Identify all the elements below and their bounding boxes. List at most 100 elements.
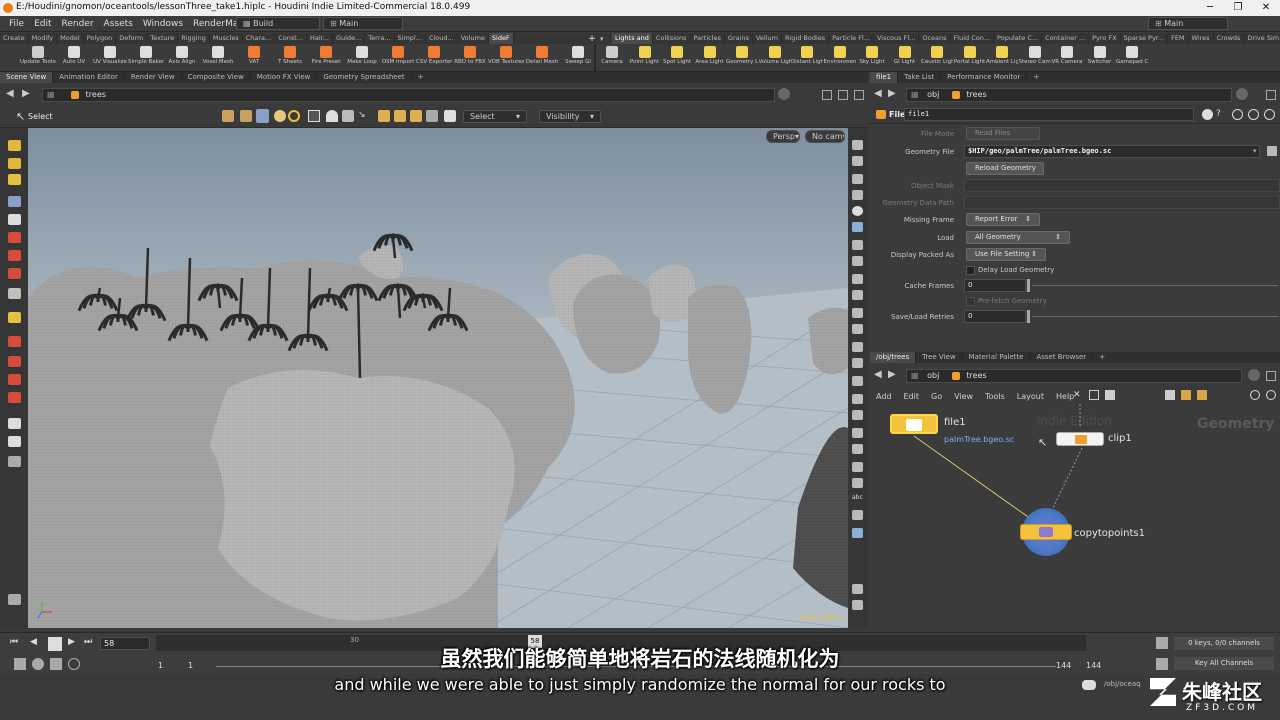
points-display-icon[interactable] <box>852 308 863 318</box>
bounding-box-icon[interactable] <box>852 462 863 472</box>
prim-normals-icon[interactable] <box>852 358 863 368</box>
secure-select-icon[interactable] <box>444 110 456 122</box>
shelf-tab[interactable]: Volume <box>458 33 489 44</box>
shelf-tool[interactable]: Portal Light <box>954 45 986 65</box>
prim-numbers-icon[interactable] <box>852 394 863 404</box>
display-packed-dropdown[interactable]: Use File Setting ⇕ <box>966 248 1046 261</box>
file-browse-icon[interactable] <box>1267 146 1277 156</box>
network-menu-tools[interactable]: Tools <box>979 392 1011 401</box>
save-load-slider-handle[interactable] <box>1027 310 1030 323</box>
shelf-tool[interactable]: Geometry Light <box>726 45 758 65</box>
shelf-menu-icon[interactable]: ▾ <box>600 35 612 43</box>
brush-tool-icon[interactable] <box>8 174 21 185</box>
camera-tool-icon[interactable] <box>8 436 21 447</box>
display-options-icon[interactable] <box>852 140 863 150</box>
shelf-tab[interactable]: Muscles <box>210 33 243 44</box>
cache-frames-slider[interactable] <box>1032 285 1278 286</box>
home-icon[interactable] <box>852 190 863 200</box>
back-arrow-icon[interactable]: ◀ <box>6 88 14 99</box>
pane-tab[interactable]: Performance Monitor <box>941 72 1028 83</box>
shelf-tool[interactable]: OSM Import <box>380 45 416 65</box>
shelf-tab[interactable]: Sparse Pyr... <box>1121 33 1169 44</box>
shelf-tool[interactable]: T Sheets <box>272 45 308 65</box>
maximize-icon[interactable]: ❐ <box>1224 0 1252 16</box>
shelf-tab[interactable]: Chara... <box>243 33 276 44</box>
shelf-tool[interactable]: Sweep Gi <box>560 45 596 65</box>
laser-select-icon[interactable]: ↘ <box>358 110 370 122</box>
persp-dropdown[interactable]: Persp▾ <box>766 130 800 143</box>
shelf-tab[interactable]: Fluid Con... <box>951 33 995 44</box>
pane-tab[interactable]: /obj/trees <box>870 352 917 363</box>
forward-arrow-icon[interactable]: ▶ <box>888 369 896 380</box>
shelf-tool[interactable]: Spot Light <box>661 45 693 65</box>
wrench-icon[interactable]: ✕ <box>1073 390 1083 400</box>
pane-tab[interactable]: Geometry Spreadsheet <box>317 72 412 83</box>
list-icon[interactable] <box>1105 390 1115 400</box>
shelf-tool[interactable]: Stereo Camera <box>1019 45 1051 65</box>
menu-windows[interactable]: Windows <box>138 16 188 32</box>
shelf-tab[interactable]: SideF <box>488 33 514 44</box>
point-numbers-icon[interactable] <box>852 410 863 420</box>
shelf-tab[interactable]: Rigid Bodies <box>782 33 830 44</box>
shelf-tool[interactable]: Gamepad Camera <box>1116 45 1148 65</box>
shelf-tool[interactable]: Point Light <box>629 45 661 65</box>
file-dropdown-icon[interactable]: ▾ <box>1253 147 1257 155</box>
shelf-tool[interactable]: RBD to FBX <box>452 45 488 65</box>
shelf-tab[interactable]: Simpl... <box>395 33 426 44</box>
menu-file[interactable]: File <box>4 16 29 32</box>
shelf-tab[interactable]: Populate C... <box>994 33 1043 44</box>
delay-load-checkbox[interactable] <box>966 266 975 275</box>
view-tool-icon[interactable] <box>8 418 21 429</box>
shelf-tool[interactable]: Voxel Mesh <box>200 45 236 65</box>
pane-tab[interactable]: Composite View <box>182 72 251 83</box>
add-tab-icon[interactable]: + <box>1027 72 1045 83</box>
float-pane-icon[interactable] <box>838 90 848 100</box>
uv-display-icon[interactable] <box>852 342 863 352</box>
file-mode-dropdown[interactable]: Read Files <box>966 127 1040 140</box>
box-select-icon[interactable] <box>308 110 320 122</box>
viewport-layout-icon[interactable] <box>852 600 863 610</box>
info-icon[interactable] <box>1248 109 1259 120</box>
path-node-trees[interactable]: trees <box>966 371 986 380</box>
pane-tab[interactable]: Material Palette <box>963 352 1031 363</box>
shelf-tab[interactable]: Model <box>57 33 84 44</box>
scale-tool-icon[interactable] <box>8 268 21 279</box>
edges-select-icon[interactable] <box>240 110 252 122</box>
network-menu-go[interactable]: Go <box>925 392 948 401</box>
lock-camera-icon[interactable] <box>852 156 863 166</box>
background-icon[interactable] <box>852 240 863 250</box>
shelf-tab[interactable]: Create <box>0 33 29 44</box>
help-circle-icon[interactable] <box>1264 109 1275 120</box>
shelf-tab[interactable]: Collisions <box>653 33 691 44</box>
geometry-file-field[interactable]: $HIP/geo/palmTree/palmTree.bgeo.sc <box>964 145 1260 158</box>
shelf-tab[interactable]: Drive Sim... <box>1244 33 1280 44</box>
object-mask-field[interactable] <box>964 179 1280 192</box>
select-connected-icon[interactable] <box>394 110 406 122</box>
shelf-tool[interactable]: Auto UV <box>56 45 92 65</box>
shelf-tool[interactable]: Switcher <box>1084 45 1116 65</box>
network-menu-view[interactable]: View <box>948 392 979 401</box>
shelf-tab[interactable]: Wires <box>1189 33 1214 44</box>
menu-edit[interactable]: Edit <box>29 16 56 32</box>
network-menu-layout[interactable]: Layout <box>1011 392 1050 401</box>
shelf-tool[interactable]: Distant Light <box>791 45 823 65</box>
shelf-tab[interactable]: Container ... <box>1042 33 1090 44</box>
network-editor[interactable]: Indie Edition Geometry file1 palmTree.bg… <box>870 404 1280 632</box>
shelf-tool[interactable]: CSV Exporter <box>416 45 452 65</box>
prefetch-checkbox[interactable] <box>966 297 975 306</box>
brush-select-icon[interactable] <box>342 110 354 122</box>
shelf-tab[interactable]: Lights and <box>612 33 653 44</box>
node-name-field[interactable]: file1 <box>904 108 1194 121</box>
desktop-build-dropdown[interactable]: ▦ Build <box>236 17 320 30</box>
help-icon[interactable]: ? <box>1216 109 1227 120</box>
shelf-tab[interactable]: Rigging <box>178 33 210 44</box>
shelf-tab[interactable]: Crowds <box>1214 33 1245 44</box>
shelf-tab[interactable]: Pyro FX <box>1089 33 1121 44</box>
path-obj[interactable]: obj <box>927 371 939 380</box>
network-help-icon[interactable] <box>1266 390 1276 400</box>
snapshot-icon[interactable] <box>852 528 863 538</box>
visibility-dropdown[interactable]: Visibility ▾ <box>539 110 601 123</box>
pane-menu-icon[interactable] <box>1266 371 1276 381</box>
select-options-icon[interactable] <box>426 110 438 122</box>
desktop-main-dropdown[interactable]: ⊞ Main <box>323 17 403 30</box>
